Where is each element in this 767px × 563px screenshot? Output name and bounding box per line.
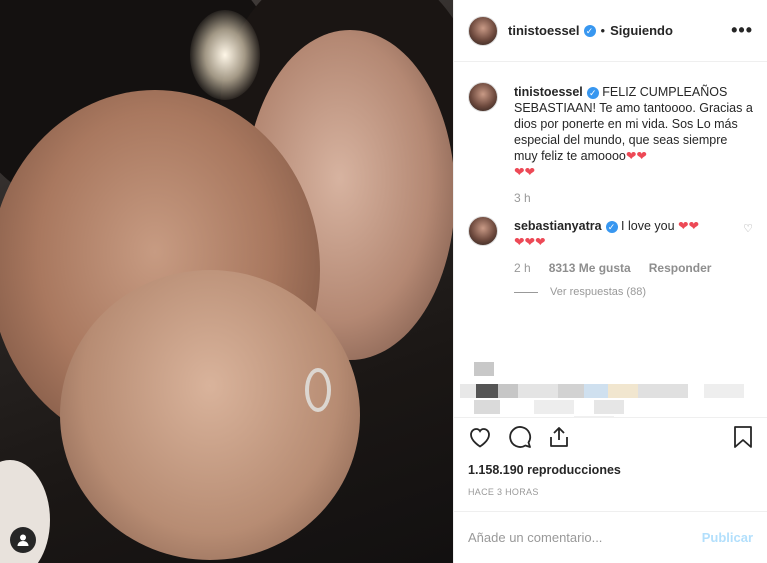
blur-block <box>476 384 498 398</box>
photo-region <box>305 368 331 412</box>
comment-text: I love you <box>621 219 675 233</box>
caption-meta: 3 h <box>514 190 753 206</box>
header-username[interactable]: tinistoessel <box>508 23 580 38</box>
separator-dot: • <box>600 23 606 38</box>
photo-region <box>190 10 260 100</box>
blur-block <box>534 400 574 414</box>
posted-time[interactable]: HACE 3 HORAS <box>454 479 767 511</box>
post-side-panel: tinistoessel ✓ • Siguiendo ••• tinistoes… <box>453 0 767 563</box>
video-media[interactable] <box>0 0 453 563</box>
blur-block <box>558 384 584 398</box>
share-icon[interactable] <box>548 425 570 455</box>
verified-icon: ✓ <box>583 24 596 37</box>
divider <box>514 291 538 293</box>
comment-like-icon[interactable]: ♡ <box>743 218 753 235</box>
blur-block <box>574 416 614 417</box>
caption: tinistoessel ✓ FELIZ CUMPLEAÑOS SEBASTIAA… <box>468 82 753 206</box>
avatar[interactable] <box>468 82 498 112</box>
blur-block <box>638 384 688 398</box>
heart-emoji: ❤❤ <box>625 149 647 163</box>
blur-block <box>474 362 494 376</box>
bookmark-icon[interactable] <box>733 425 753 455</box>
comment-input[interactable]: Añade un comentario... <box>468 530 602 545</box>
blur-block <box>584 384 608 398</box>
action-bar <box>454 417 767 461</box>
caption-time[interactable]: 3 h <box>514 190 531 206</box>
blur-block <box>498 384 518 398</box>
comment-item: sebastianyatra ✓ I love you ❤❤ ❤❤❤ 2 h 83… <box>468 216 753 276</box>
comment-meta: 2 h 8313 Me gusta Responder <box>514 260 711 276</box>
caption-username[interactable]: tinistoessel <box>514 85 583 99</box>
avatar[interactable] <box>468 15 498 46</box>
view-count[interactable]: 1.158.190 reproducciones <box>454 461 767 479</box>
caption-body: tinistoessel ✓ FELIZ CUMPLEAÑOS SEBASTIAA… <box>514 84 753 206</box>
blur-block <box>608 384 638 398</box>
comment-username[interactable]: sebastianyatra <box>514 219 602 233</box>
comments-section[interactable]: tinistoessel ✓ FELIZ CUMPLEAÑOS SEBASTIAA… <box>454 62 767 417</box>
blur-block <box>460 384 476 398</box>
heart-emoji: ❤❤❤ <box>514 235 546 249</box>
avatar[interactable] <box>468 216 498 246</box>
heart-emoji: ❤❤ <box>514 165 535 179</box>
more-options-icon[interactable]: ••• <box>731 20 753 41</box>
heart-icon[interactable] <box>468 426 492 454</box>
add-comment-bar: Añade un comentario... Publicar <box>454 511 767 563</box>
comment-likes[interactable]: 8313 Me gusta <box>549 260 631 276</box>
instagram-post: tinistoessel ✓ • Siguiendo ••• tinistoes… <box>0 0 767 563</box>
following-button[interactable]: Siguiendo <box>610 23 673 38</box>
reply-button[interactable]: Responder <box>649 260 712 276</box>
post-header: tinistoessel ✓ • Siguiendo ••• <box>454 0 767 62</box>
blur-block <box>474 400 500 414</box>
heart-emoji: ❤❤ <box>678 219 699 233</box>
photo-region <box>60 270 360 560</box>
blur-block <box>704 384 744 398</box>
comment-body: sebastianyatra ✓ I love you ❤❤ ❤❤❤ 2 h 83… <box>514 218 711 276</box>
blur-block <box>518 384 558 398</box>
publish-button[interactable]: Publicar <box>702 530 753 545</box>
comment-time[interactable]: 2 h <box>514 260 531 276</box>
user-icon[interactable] <box>10 527 36 553</box>
view-replies[interactable]: Ver respuestas (88) <box>514 286 753 298</box>
verified-icon: ✓ <box>605 220 618 233</box>
verified-icon: ✓ <box>586 86 599 99</box>
view-replies-label[interactable]: Ver respuestas (88) <box>550 286 646 298</box>
comment-icon[interactable] <box>508 425 532 455</box>
blur-block <box>594 400 624 414</box>
